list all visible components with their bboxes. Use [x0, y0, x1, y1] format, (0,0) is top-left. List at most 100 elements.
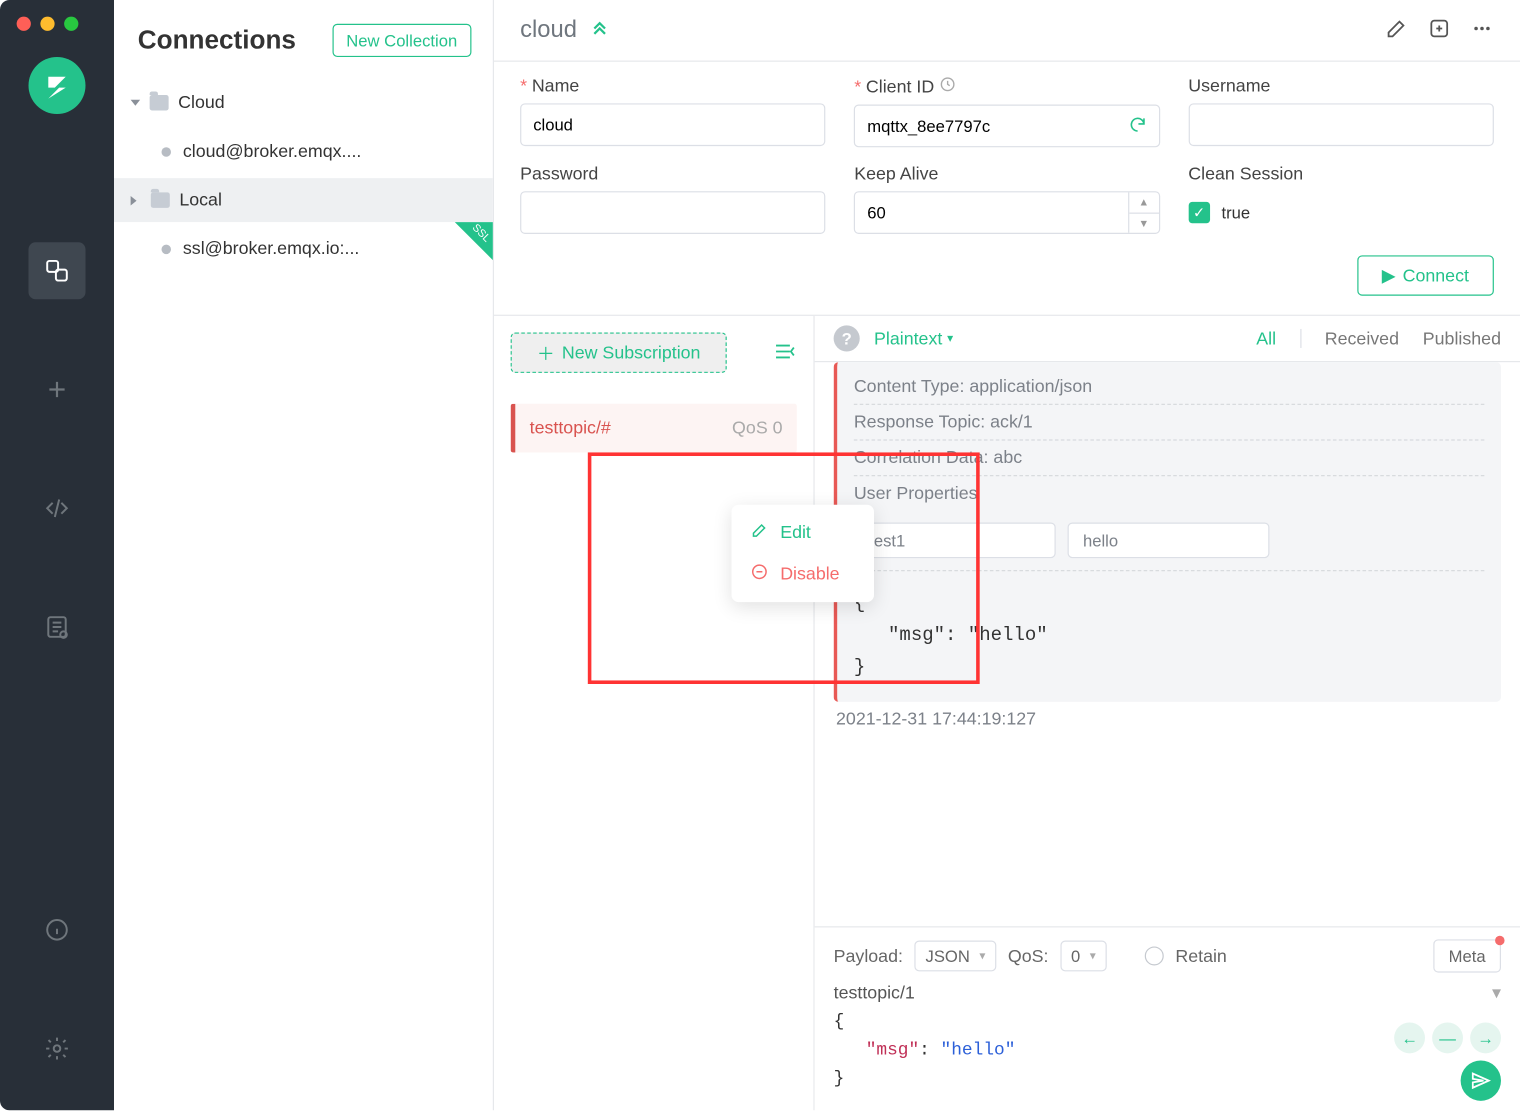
context-menu-disable[interactable]: Disable — [732, 553, 875, 595]
tree-item-cloud-broker[interactable]: cloud@broker.emqx.... — [114, 125, 493, 178]
chevron-down-icon[interactable]: ▾ — [1492, 982, 1501, 1003]
chevron-down-icon — [131, 100, 141, 111]
subscription-topic: testtopic/# — [530, 418, 611, 438]
message-timestamp: 2021-12-31 17:44:19:127 — [834, 701, 1501, 728]
payload-format-select[interactable]: JSON▾ — [915, 941, 996, 972]
status-dot-icon — [162, 244, 172, 254]
send-button[interactable] — [1461, 1060, 1501, 1100]
folder-icon — [150, 95, 169, 110]
connection-name: cloud — [520, 17, 577, 44]
edit-icon — [751, 521, 769, 544]
subscription-context-menu: Edit Disable — [732, 505, 875, 602]
folder-icon — [151, 192, 170, 207]
tab-all[interactable]: All — [1256, 328, 1276, 348]
username-label: Username — [1188, 76, 1494, 96]
message-card: Content Type: application/json Response … — [834, 362, 1501, 701]
qos-select[interactable]: 0▾ — [1060, 941, 1106, 972]
chevron-right-icon — [131, 195, 142, 205]
main-content: cloud *Name *Client ID — [494, 0, 1520, 1110]
clean-session-value: true — [1222, 203, 1251, 222]
meta-button[interactable]: Meta — [1433, 939, 1501, 972]
message-pane: ? Plaintext ▾ All Received Published Con… — [815, 316, 1520, 1110]
client-id-label: *Client ID — [854, 76, 1160, 97]
prev-icon[interactable]: ← — [1394, 1022, 1425, 1053]
collapse-list-icon[interactable] — [773, 340, 797, 367]
password-input[interactable] — [520, 191, 826, 234]
ssl-badge: SSL — [455, 222, 493, 260]
rail-about[interactable] — [29, 901, 86, 958]
rail-connections[interactable] — [29, 242, 86, 299]
client-id-input[interactable] — [854, 105, 1160, 148]
stepper-down-icon[interactable]: ▼ — [1129, 213, 1159, 233]
tab-published[interactable]: Published — [1423, 328, 1501, 348]
divider — [1300, 328, 1301, 347]
publish-bar: Payload: JSON▾ QoS: 0▾ Retain Meta testt… — [815, 926, 1520, 1110]
content-type-line: Content Type: application/json — [854, 369, 1485, 405]
tree-folder-cloud[interactable]: Cloud — [114, 81, 493, 125]
close-window-icon[interactable] — [17, 17, 31, 31]
chevron-down-icon: ▾ — [947, 332, 953, 345]
next-icon[interactable]: → — [1470, 1022, 1501, 1053]
rail-log[interactable] — [29, 599, 86, 656]
clean-session-checkbox[interactable]: ✓ true — [1188, 191, 1494, 234]
retain-label: Retain — [1175, 946, 1226, 966]
keep-alive-label: Keep Alive — [854, 164, 1160, 184]
chevron-down-icon: ▾ — [1090, 949, 1096, 962]
checkbox-icon: ✓ — [1188, 202, 1209, 223]
history-navigation: ← — → — [1394, 1022, 1501, 1053]
minimize-window-icon[interactable] — [40, 17, 54, 31]
rail-new[interactable] — [29, 361, 86, 418]
rail-scripts[interactable] — [29, 480, 86, 537]
connect-button[interactable]: ▶ Connect — [1357, 255, 1494, 295]
divider-icon: — — [1432, 1022, 1463, 1053]
connection-label: cloud@broker.emqx.... — [183, 141, 361, 161]
chevron-down-icon: ▾ — [979, 949, 985, 962]
stepper-up-icon[interactable]: ▲ — [1129, 192, 1159, 213]
subscriptions-pane: ＋ New Subscription testtopic/# QoS 0 — [494, 316, 815, 1110]
correlation-data-line: Correlation Data: abc — [854, 441, 1485, 477]
new-window-icon[interactable] — [1427, 17, 1451, 44]
subscription-item[interactable]: testtopic/# QoS 0 — [511, 404, 797, 453]
connections-title: Connections — [138, 25, 296, 56]
tree-item-ssl-broker[interactable]: ssl@broker.emqx.io:... SSL — [114, 222, 493, 275]
rail-settings[interactable] — [29, 1020, 86, 1077]
tree-folder-local[interactable]: Local — [114, 178, 493, 222]
app-logo — [29, 57, 86, 114]
context-menu-edit[interactable]: Edit — [732, 512, 875, 554]
user-prop-key: test1 — [854, 523, 1056, 559]
window-traffic-lights[interactable] — [17, 17, 79, 31]
user-prop-value: hello — [1068, 523, 1270, 559]
connection-form: *Name *Client ID Username Passw — [494, 62, 1520, 316]
maximize-window-icon[interactable] — [64, 17, 78, 31]
new-collection-button[interactable]: New Collection — [332, 24, 471, 57]
response-topic-line: Response Topic: ack/1 — [854, 405, 1485, 441]
play-icon: ▶ — [1382, 265, 1396, 286]
refresh-icon[interactable] — [1128, 115, 1147, 138]
more-icon[interactable] — [1470, 17, 1494, 44]
message-body: { "msg": "hello" } — [854, 571, 1485, 684]
name-input[interactable] — [520, 103, 826, 146]
collapse-chevron-icon[interactable] — [589, 18, 610, 43]
user-properties-label: User Properties — [854, 476, 1485, 510]
format-select[interactable]: Plaintext ▾ — [874, 328, 953, 348]
plus-icon: ＋ — [537, 340, 555, 365]
folder-label: Cloud — [178, 93, 225, 113]
tab-received[interactable]: Received — [1325, 328, 1399, 348]
keep-alive-input[interactable]: ▲▼ — [854, 191, 1160, 234]
help-icon[interactable]: ? — [834, 325, 860, 351]
clean-session-label: Clean Session — [1188, 164, 1494, 184]
connections-tree: Cloud cloud@broker.emqx.... Local ssl@br… — [114, 81, 493, 276]
history-icon[interactable] — [939, 76, 956, 97]
password-label: Password — [520, 164, 826, 184]
status-dot-icon — [162, 147, 172, 157]
notification-dot-icon — [1495, 936, 1505, 946]
publish-topic[interactable]: testtopic/1 — [834, 983, 915, 1003]
subscription-qos: QoS 0 — [732, 418, 783, 438]
edit-icon[interactable] — [1385, 17, 1409, 44]
connections-panel: Connections New Collection Cloud cloud@b… — [114, 0, 494, 1110]
connection-label: ssl@broker.emqx.io:... — [183, 239, 359, 259]
new-subscription-button[interactable]: ＋ New Subscription — [511, 333, 727, 373]
username-input[interactable] — [1188, 103, 1494, 146]
disable-icon — [751, 563, 769, 586]
retain-radio[interactable] — [1144, 946, 1163, 965]
